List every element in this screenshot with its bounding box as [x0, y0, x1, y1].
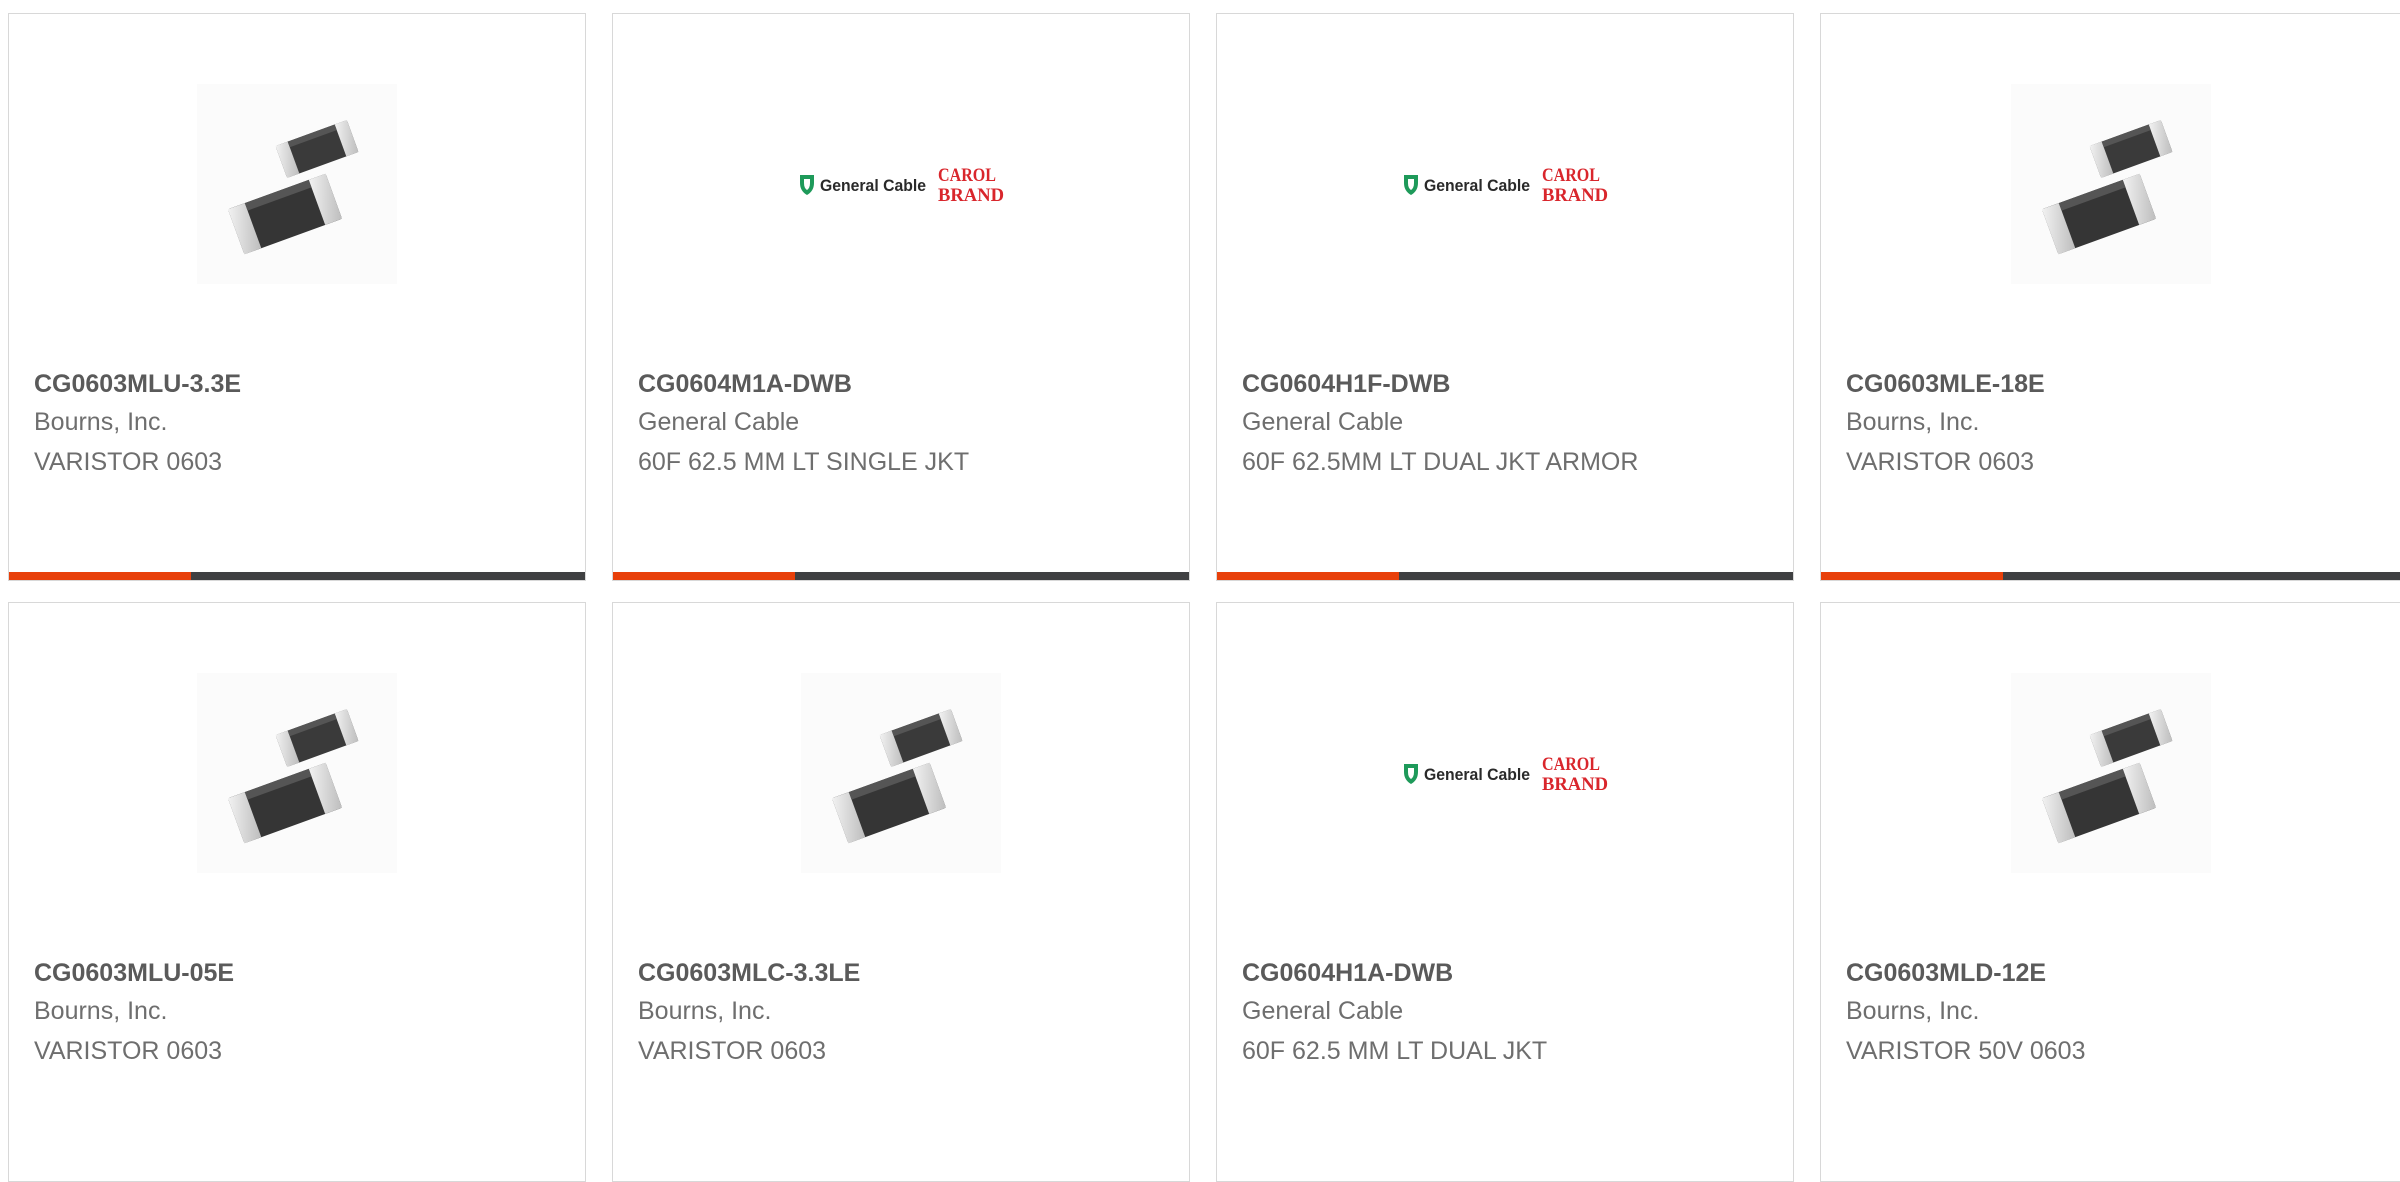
product-card[interactable]: General Cable CAROL BRAND CG0604H1F-DWB …	[1216, 13, 1794, 581]
product-card[interactable]: General Cable CAROL BRAND CG0604M1A-DWB …	[612, 13, 1190, 581]
card-footer-bar	[9, 572, 585, 580]
card-footer-bar	[613, 572, 1189, 580]
product-description: VARISTOR 0603	[34, 1037, 223, 1065]
product-image[interactable]	[1821, 84, 2400, 284]
logo-brand-line2: BRAND	[1542, 185, 1608, 206]
card-accent-strip	[9, 572, 191, 580]
part-number[interactable]: CG0603MLE-18E	[1846, 370, 2045, 399]
product-description: 60F 62.5MM LT DUAL JKT ARMOR	[1242, 448, 1639, 476]
card-accent-strip	[1217, 572, 1399, 580]
product-image[interactable]: General Cable CAROL BRAND	[1217, 84, 1793, 284]
manufacturer-name: General Cable	[1242, 408, 1404, 436]
product-description: 60F 62.5 MM LT SINGLE JKT	[638, 448, 970, 476]
logo-company-text: General Cable	[1424, 765, 1530, 784]
product-description: VARISTOR 0603	[1846, 448, 2035, 476]
product-card[interactable]: CG0603MLD-12E Bourns, Inc. VARISTOR 50V …	[1820, 602, 2400, 1182]
product-card[interactable]: CG0603MLU-05E Bourns, Inc. VARISTOR 0603	[8, 602, 586, 1182]
part-number[interactable]: CG0604H1A-DWB	[1242, 959, 1453, 988]
card-footer-bar	[1217, 572, 1793, 580]
logo-company-text: General Cable	[1424, 176, 1530, 195]
varistor-chip-image	[197, 673, 397, 873]
product-image[interactable]	[9, 84, 585, 284]
manufacturer-name: Bourns, Inc.	[1846, 997, 1980, 1025]
part-number[interactable]: CG0604H1F-DWB	[1242, 370, 1450, 399]
logo-company-text: General Cable	[820, 176, 926, 195]
product-image[interactable]	[613, 673, 1189, 873]
product-description: 60F 62.5 MM LT DUAL JKT	[1242, 1037, 1548, 1065]
varistor-chip-image	[801, 673, 1001, 873]
product-description: VARISTOR 0603	[638, 1037, 827, 1065]
product-image[interactable]	[1821, 673, 2400, 873]
product-card[interactable]: CG0603MLU-3.3E Bourns, Inc. VARISTOR 060…	[8, 13, 586, 581]
product-image[interactable]	[9, 673, 585, 873]
manufacturer-name: General Cable	[1242, 997, 1404, 1025]
varistor-chip-image	[2010, 673, 2211, 873]
product-card[interactable]: General Cable CAROL BRAND CG0604H1A-DWB …	[1216, 602, 1794, 1182]
logo-brand-line1: CAROL	[1542, 754, 1600, 775]
general-cable-logo: General Cable CAROL BRAND	[800, 165, 1004, 206]
logo-brand-line1: CAROL	[1542, 165, 1600, 186]
part-number[interactable]: CG0603MLU-3.3E	[34, 370, 241, 399]
manufacturer-name: Bourns, Inc.	[638, 997, 772, 1025]
manufacturer-name: Bourns, Inc.	[34, 997, 168, 1025]
manufacturer-name: Bourns, Inc.	[1846, 408, 1980, 436]
manufacturer-name: Bourns, Inc.	[34, 408, 168, 436]
varistor-chip-image	[2010, 84, 2211, 284]
product-card[interactable]: CG0603MLC-3.3LE Bourns, Inc. VARISTOR 06…	[612, 602, 1190, 1182]
card-footer-bar	[1821, 572, 2400, 580]
part-number[interactable]: CG0603MLC-3.3LE	[638, 959, 860, 988]
product-card[interactable]: CG0603MLE-18E Bourns, Inc. VARISTOR 0603	[1820, 13, 2400, 581]
logo-brand-line1: CAROL	[938, 165, 996, 186]
card-accent-strip	[1821, 572, 2003, 580]
part-number[interactable]: CG0604M1A-DWB	[638, 370, 852, 399]
logo-brand-line2: BRAND	[1542, 774, 1608, 795]
part-number[interactable]: CG0603MLD-12E	[1846, 959, 2046, 988]
logo-brand-line2: BRAND	[938, 185, 1004, 206]
product-description: VARISTOR 0603	[34, 448, 223, 476]
product-description: VARISTOR 50V 0603	[1846, 1037, 2086, 1065]
general-cable-logo: General Cable CAROL BRAND	[1404, 165, 1608, 206]
manufacturer-name: General Cable	[638, 408, 800, 436]
general-cable-logo: General Cable CAROL BRAND	[1404, 754, 1608, 795]
part-number[interactable]: CG0603MLU-05E	[34, 959, 234, 988]
product-image[interactable]: General Cable CAROL BRAND	[613, 84, 1189, 284]
varistor-chip-image	[197, 84, 397, 284]
product-image[interactable]: General Cable CAROL BRAND	[1217, 673, 1793, 873]
card-accent-strip	[613, 572, 795, 580]
